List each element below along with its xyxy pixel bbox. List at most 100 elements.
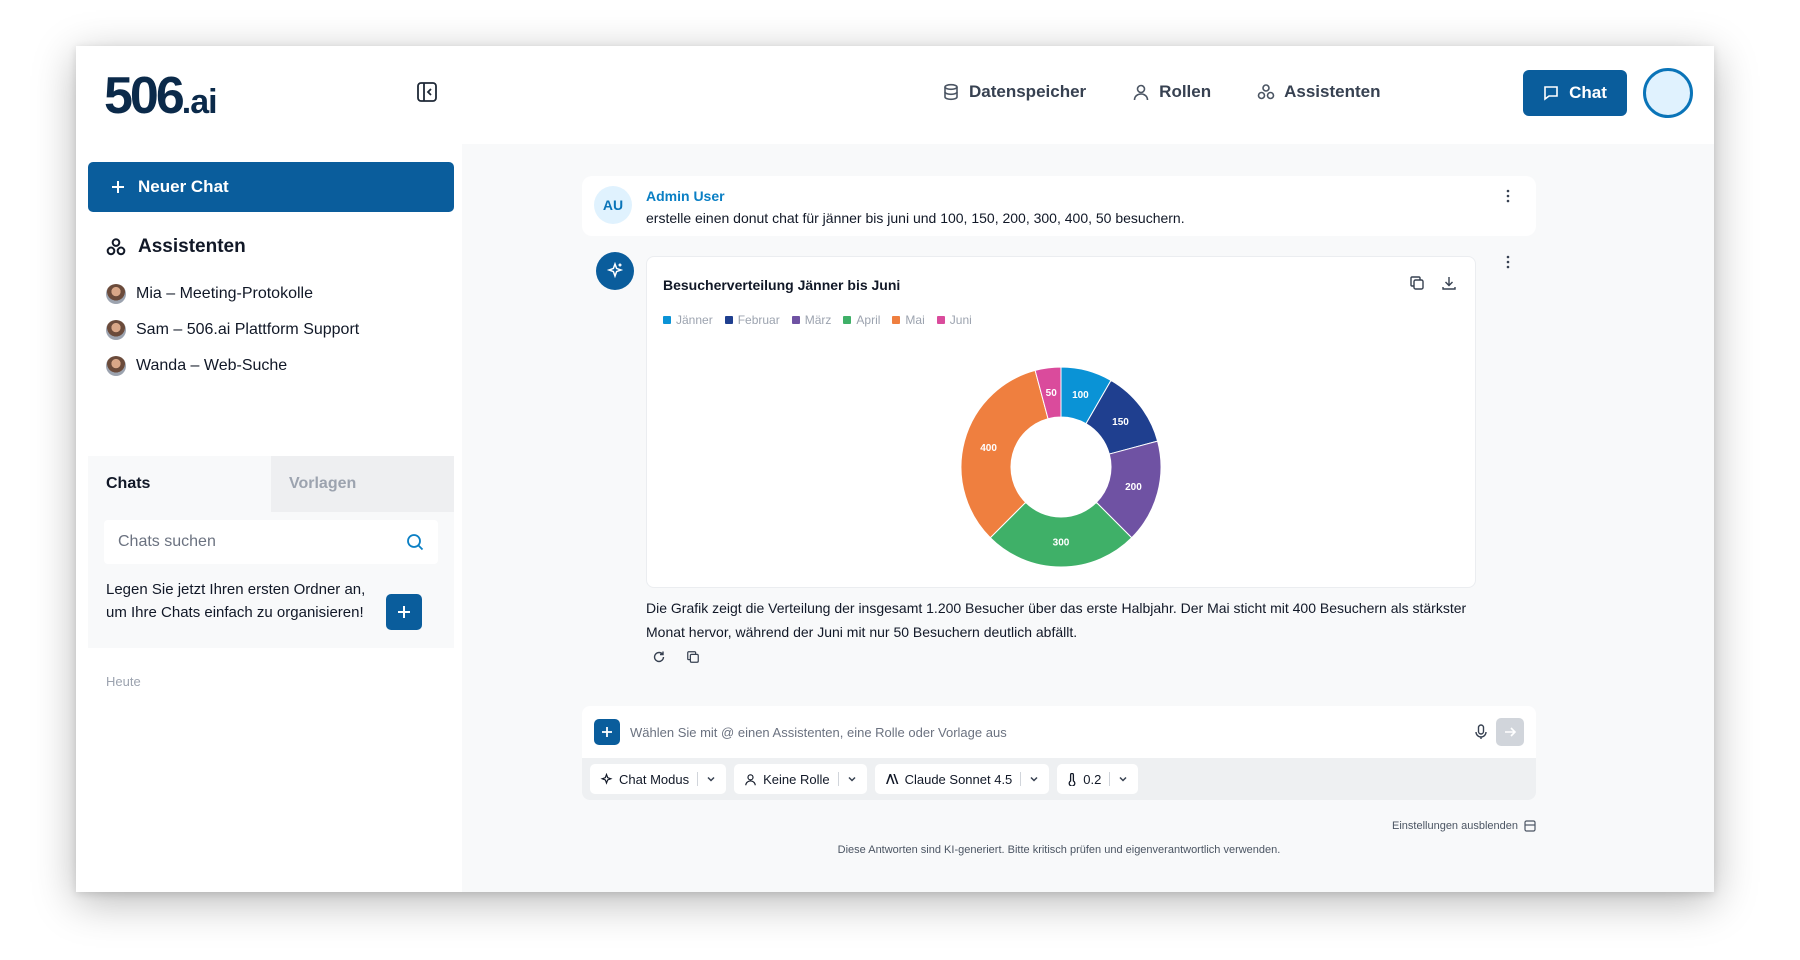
assistant-sparkle-icon	[596, 252, 634, 290]
slice-value-label: 300	[1053, 538, 1070, 549]
attach-button[interactable]	[594, 719, 620, 745]
copy-icon[interactable]	[686, 650, 700, 664]
download-icon[interactable]	[1441, 275, 1457, 291]
slice-value-label: 150	[1112, 417, 1129, 428]
assistant-item-wanda[interactable]: Wanda – Web-Suche	[106, 348, 359, 384]
legend-label: Mai	[905, 313, 925, 327]
tab-chats[interactable]: Chats	[88, 456, 271, 512]
chat-button-label: Chat	[1569, 83, 1607, 102]
nav-datenspeicher[interactable]: Datenspeicher	[942, 82, 1086, 102]
new-chat-button[interactable]: Neuer Chat	[88, 162, 454, 212]
nav-rollen[interactable]: Rollen	[1132, 82, 1211, 102]
model-select[interactable]: Claude Sonnet 4.5	[874, 764, 1050, 794]
assistant-list: Mia – Meeting-Protokolle Sam – 506.ai Pl…	[106, 276, 359, 384]
assistant-item-sam[interactable]: Sam – 506.ai Plattform Support	[106, 312, 359, 348]
assistant-avatar	[106, 356, 126, 376]
slice-value-label: 100	[1072, 390, 1089, 401]
legend-label: Juni	[949, 313, 972, 327]
user-message-text: erstelle einen donut chat für jänner bis…	[646, 210, 1185, 226]
new-chat-label: Neuer Chat	[138, 177, 229, 196]
avatar[interactable]	[1643, 68, 1693, 118]
chevron-down-icon	[1119, 776, 1127, 782]
user-name: Admin User	[646, 188, 725, 204]
chat-bubble-icon	[1544, 86, 1558, 101]
section-today: Heute	[106, 674, 141, 689]
mode-select[interactable]: Chat Modus	[590, 764, 727, 794]
user-icon	[1133, 84, 1149, 101]
message-input[interactable]	[630, 718, 1450, 746]
hide-settings-toggle[interactable]: Einstellungen ausblenden	[1392, 820, 1536, 832]
role-label: Keine Rolle	[763, 771, 830, 787]
top-bar: 506.ai Datenspeicher Rollen Assistenten …	[76, 46, 1714, 144]
nav-assistenten[interactable]: Assistenten	[1257, 82, 1381, 102]
model-label: Claude Sonnet 4.5	[904, 771, 1013, 787]
chart-legend: Jänner Februar März April Mai Juni	[663, 313, 972, 327]
legend-item[interactable]: April	[843, 313, 880, 327]
assistants-icon	[1257, 84, 1275, 100]
tab-vorlagen[interactable]: Vorlagen	[271, 456, 454, 512]
app-window: 506.ai Datenspeicher Rollen Assistenten …	[76, 46, 1714, 892]
legend-item[interactable]: Februar	[724, 313, 780, 327]
assistants-heading: Assistenten	[106, 236, 246, 258]
legend-item[interactable]: Juni	[936, 313, 972, 327]
chat-main: AU Admin User erstelle einen donut chat …	[462, 144, 1714, 892]
search-input[interactable]	[118, 533, 406, 551]
legend-label: April	[856, 313, 881, 327]
logo[interactable]: 506.ai	[104, 66, 218, 126]
legend-item[interactable]: März	[791, 313, 832, 327]
arrow-right-icon	[1505, 727, 1516, 737]
legend-swatch	[724, 316, 733, 324]
assistant-label: Sam – 506.ai Plattform Support	[136, 321, 360, 338]
assistant-label: Wanda – Web-Suche	[136, 357, 288, 374]
regenerate-icon[interactable]	[652, 650, 666, 664]
send-button[interactable]	[1496, 718, 1524, 746]
plus-icon	[602, 727, 612, 737]
assistants-icon	[106, 238, 126, 256]
chevron-down-icon	[707, 776, 715, 782]
legend-swatch	[843, 316, 852, 324]
user-avatar: AU	[594, 186, 632, 224]
panel-icon	[1524, 820, 1536, 832]
assistants-title: Assistenten	[138, 236, 246, 257]
chart-card: Besucherverteilung Jänner bis Juni Jänne…	[646, 256, 1476, 588]
legend-label: März	[804, 313, 832, 327]
sidebar-tabs: Chats Vorlagen	[88, 456, 454, 512]
chevron-down-icon	[848, 776, 856, 782]
plus-icon	[398, 606, 410, 618]
legend-item[interactable]: Jänner	[663, 313, 713, 327]
nav-label: Assistenten	[1284, 82, 1381, 101]
more-options-icon[interactable]	[1500, 188, 1516, 204]
legend-item[interactable]: Mai	[892, 313, 925, 327]
ai-disclaimer: Diese Antworten sind KI-generiert. Bitte…	[837, 844, 1281, 856]
legend-label: Jänner	[676, 313, 713, 327]
database-icon	[944, 83, 958, 101]
slice-value-label: 400	[980, 443, 997, 454]
assistant-label: Mia – Meeting-Protokolle	[136, 285, 313, 302]
add-folder-button[interactable]	[386, 594, 422, 630]
nav-label: Rollen	[1159, 82, 1212, 101]
legend-swatch	[936, 316, 945, 324]
assistant-answer: Die Grafik zeigt die Verteilung der insg…	[646, 600, 1467, 640]
logo-suffix: .ai	[181, 83, 218, 121]
temperature-select[interactable]: 0.2	[1057, 764, 1139, 794]
sidebar: Neuer Chat Assistenten Mia – Meeting-Pro…	[76, 144, 462, 892]
assistant-avatar	[106, 284, 126, 304]
copy-icon[interactable]	[1409, 275, 1425, 291]
main-nav: Datenspeicher Rollen Assistenten	[942, 82, 1381, 102]
search-icon[interactable]	[406, 533, 424, 551]
chat-search	[104, 520, 438, 564]
role-select[interactable]: Keine Rolle	[734, 764, 867, 794]
answer-tools	[652, 650, 700, 664]
assistant-item-mia[interactable]: Mia – Meeting-Protokolle	[106, 276, 359, 312]
slice-value-label: 50	[1046, 388, 1058, 399]
nav-label: Datenspeicher	[969, 82, 1087, 101]
collapse-sidebar-icon[interactable]	[416, 81, 438, 103]
microphone-icon[interactable]	[1474, 724, 1488, 740]
mode-label: Chat Modus	[619, 771, 690, 787]
chat-button[interactable]: Chat	[1523, 70, 1627, 116]
legend-swatch	[791, 316, 800, 324]
legend-swatch	[663, 316, 671, 324]
more-options-icon[interactable]	[1500, 254, 1516, 270]
plus-icon	[112, 181, 124, 193]
folder-hint: Legen Sie jetzt Ihren ersten Ordner an, …	[106, 581, 366, 621]
